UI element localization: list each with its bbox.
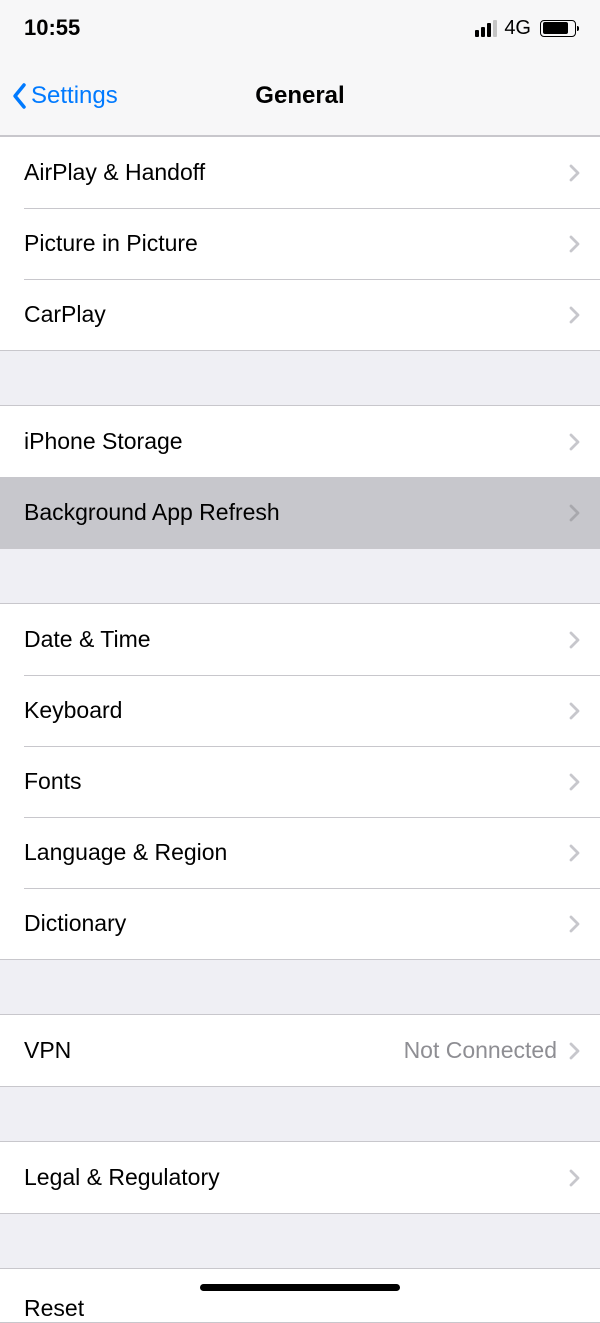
chevron-right-icon bbox=[569, 844, 580, 862]
home-indicator[interactable] bbox=[200, 1284, 400, 1291]
row-carplay[interactable]: CarPlay bbox=[0, 279, 600, 350]
row-legal-regulatory[interactable]: Legal & Regulatory bbox=[0, 1142, 600, 1213]
status-bar: 10:55 4G bbox=[0, 0, 600, 56]
row-keyboard[interactable]: Keyboard bbox=[0, 675, 600, 746]
row-label: Reset bbox=[24, 1295, 84, 1322]
row-picture-in-picture[interactable]: Picture in Picture bbox=[0, 208, 600, 279]
chevron-right-icon bbox=[569, 504, 580, 522]
battery-icon bbox=[540, 20, 576, 37]
row-background-app-refresh[interactable]: Background App Refresh bbox=[0, 477, 600, 548]
status-time: 10:55 bbox=[24, 15, 80, 41]
settings-group-6: Reset bbox=[0, 1268, 600, 1323]
row-iphone-storage[interactable]: iPhone Storage bbox=[0, 406, 600, 477]
back-label: Settings bbox=[31, 82, 118, 110]
row-dictionary[interactable]: Dictionary bbox=[0, 888, 600, 959]
chevron-right-icon bbox=[569, 773, 580, 791]
chevron-right-icon bbox=[569, 235, 580, 253]
row-fonts[interactable]: Fonts bbox=[0, 746, 600, 817]
settings-group-4: VPN Not Connected bbox=[0, 1014, 600, 1087]
settings-group-5: Legal & Regulatory bbox=[0, 1141, 600, 1214]
navigation-bar: Settings General bbox=[0, 56, 600, 136]
row-label: Fonts bbox=[24, 768, 569, 795]
row-reset[interactable]: Reset bbox=[0, 1269, 600, 1322]
settings-group-1: AirPlay & Handoff Picture in Picture Car… bbox=[0, 136, 600, 351]
chevron-left-icon bbox=[12, 82, 28, 110]
chevron-right-icon bbox=[569, 915, 580, 933]
row-label: Date & Time bbox=[24, 626, 569, 653]
row-label: Dictionary bbox=[24, 910, 569, 937]
network-label: 4G bbox=[504, 17, 531, 40]
chevron-right-icon bbox=[569, 164, 580, 182]
row-vpn[interactable]: VPN Not Connected bbox=[0, 1015, 600, 1086]
row-label: Picture in Picture bbox=[24, 230, 569, 257]
row-label: AirPlay & Handoff bbox=[24, 159, 569, 186]
chevron-right-icon bbox=[569, 1042, 580, 1060]
row-label: Legal & Regulatory bbox=[24, 1164, 569, 1191]
chevron-right-icon bbox=[569, 433, 580, 451]
settings-group-2: iPhone Storage Background App Refresh bbox=[0, 405, 600, 549]
chevron-right-icon bbox=[569, 306, 580, 324]
row-detail: Not Connected bbox=[404, 1037, 557, 1064]
chevron-right-icon bbox=[569, 1169, 580, 1187]
row-label: CarPlay bbox=[24, 301, 569, 328]
row-language-region[interactable]: Language & Region bbox=[0, 817, 600, 888]
signal-icon bbox=[475, 20, 497, 37]
chevron-right-icon bbox=[569, 631, 580, 649]
row-label: VPN bbox=[24, 1037, 404, 1064]
status-indicators: 4G bbox=[475, 17, 576, 40]
page-title: General bbox=[255, 82, 344, 110]
back-button[interactable]: Settings bbox=[0, 82, 118, 110]
settings-group-3: Date & Time Keyboard Fonts Language & Re… bbox=[0, 603, 600, 960]
row-label: Keyboard bbox=[24, 697, 569, 724]
chevron-right-icon bbox=[569, 702, 580, 720]
row-label: Background App Refresh bbox=[24, 499, 569, 526]
row-label: iPhone Storage bbox=[24, 428, 569, 455]
row-label: Language & Region bbox=[24, 839, 569, 866]
row-date-time[interactable]: Date & Time bbox=[0, 604, 600, 675]
row-airplay-handoff[interactable]: AirPlay & Handoff bbox=[0, 137, 600, 208]
